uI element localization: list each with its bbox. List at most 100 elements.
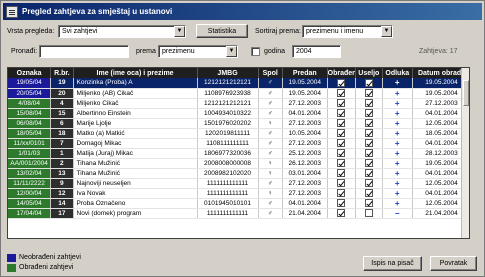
jmbg-cell: 1111111111111 (197, 188, 259, 199)
table-row[interactable]: 11/11/2222 9 Najnoviji neuseljen 1111111111… (8, 178, 469, 189)
prema-select[interactable]: prezimenu ▼ (158, 45, 238, 58)
name-cell: Albertinno Einstein (73, 108, 198, 119)
gender-icon: ♂ (258, 128, 283, 139)
godina-checkbox[interactable] (251, 47, 260, 56)
checkbox[interactable] (337, 78, 346, 87)
search-input[interactable] (39, 45, 129, 58)
predan-cell: 04.01.2004 (282, 198, 328, 209)
table-row[interactable]: 06/08/04 6 Marije Ljolje 1501976020202 ♀ 27.1… (8, 118, 469, 129)
odluka-cell: + (382, 178, 414, 189)
checkbox[interactable] (337, 118, 346, 127)
oznaka-cell: 06/08/04 (8, 118, 52, 129)
checkbox[interactable] (337, 158, 346, 167)
col-header[interactable]: Oznaka (8, 68, 52, 78)
checkbox[interactable] (364, 198, 373, 207)
checkbox[interactable] (337, 188, 346, 197)
odluka-cell: − (382, 208, 414, 219)
checkbox[interactable] (364, 88, 373, 97)
jmbg-cell: 1202019811111 (197, 128, 259, 139)
checkbox[interactable] (364, 188, 373, 197)
table-row[interactable]: 20/05/04 20 Miljenko (AB) Cikač 11089769239… (8, 88, 469, 99)
obraden-cell (327, 138, 357, 149)
gender-icon: ♀ (258, 168, 283, 179)
table-row[interactable]: 19/05/04 19 Konzinka (Proba) A 121212121212… (8, 78, 469, 89)
rbr-cell: 18 (50, 128, 74, 139)
col-header[interactable]: Useljo (355, 68, 383, 78)
checkbox[interactable] (337, 88, 346, 97)
checkbox[interactable] (337, 198, 346, 207)
checkbox[interactable] (337, 128, 346, 137)
sortiraj-value: prezimenu i imenu (306, 28, 364, 35)
statistika-button[interactable]: Statistika (196, 24, 248, 38)
gender-icon: ♀ (258, 188, 283, 199)
col-header[interactable]: Predan (282, 68, 328, 78)
obraden-cell (327, 158, 357, 169)
chevron-down-icon[interactable]: ▼ (174, 26, 185, 37)
table-row[interactable]: 11/xx/0101 7 Domagoj Mikac 1108111111111 ♂ 27… (8, 138, 469, 149)
gender-icon: ♂ (258, 98, 283, 109)
obraden-cell (327, 88, 357, 99)
useljo-cell (355, 148, 383, 159)
checkbox[interactable] (337, 178, 346, 187)
table-row[interactable]: AA/001/2004 2 Tihana Mužinić 2008008000008 ♀… (8, 158, 469, 169)
useljo-cell (355, 178, 383, 189)
godina-input[interactable]: 2004 (292, 45, 341, 58)
print-button[interactable]: Ispis na pisač (363, 256, 422, 271)
checkbox[interactable] (364, 208, 373, 217)
table-row[interactable]: 12/00/04 12 Iva Novak 1111111111111 ♀ 27.12.2… (8, 188, 469, 199)
rbr-cell: 6 (50, 118, 74, 129)
vrsta-select[interactable]: Svi zahtjevi ▼ (58, 25, 186, 38)
col-header[interactable]: Spol (258, 68, 283, 78)
col-header[interactable]: Ime (ime oca) i prezime (73, 68, 198, 78)
checkbox[interactable] (364, 118, 373, 127)
checkbox[interactable] (364, 108, 373, 117)
obraden-cell (327, 208, 357, 219)
table-row[interactable]: 4/08/04 4 Miljenko Cikač 1212121212121 ♂ 27.1… (8, 98, 469, 109)
checkbox[interactable] (364, 178, 373, 187)
back-button[interactable]: Povratak (430, 256, 477, 271)
scroll-thumb[interactable] (463, 80, 469, 106)
checkbox[interactable] (364, 168, 373, 177)
table-row[interactable]: 14/05/04 14 Proba Označeno 0101945010101 ♂ 04… (8, 198, 469, 209)
col-header[interactable]: R.br. (50, 68, 74, 78)
chevron-down-icon[interactable]: ▼ (381, 26, 392, 37)
predan-cell: 27.12.2003 (282, 118, 328, 129)
predan-cell: 19.05.2004 (282, 78, 328, 89)
checkbox[interactable] (337, 98, 346, 107)
col-header[interactable]: Obrađen (327, 68, 357, 78)
useljo-cell (355, 198, 383, 209)
col-header[interactable]: JMBG (197, 68, 259, 78)
jmbg-cell: 1501976020202 (197, 118, 259, 129)
rbr-cell: 9 (50, 178, 74, 189)
checkbox[interactable] (337, 168, 346, 177)
oznaka-cell: 11/xx/0101 (8, 138, 52, 149)
oznaka-cell: 20/05/04 (8, 88, 52, 99)
checkbox[interactable] (337, 148, 346, 157)
col-header[interactable]: Odluka (382, 68, 414, 78)
vrsta-label: Vrsta pregleda: (7, 28, 55, 35)
chevron-down-icon[interactable]: ▼ (226, 46, 237, 57)
checkbox[interactable] (364, 128, 373, 137)
checkbox[interactable] (364, 148, 373, 157)
rbr-cell: 1 (50, 148, 74, 159)
table-row[interactable]: 15/08/04 15 Albertinno Einstein 10049340103… (8, 108, 469, 119)
table-row[interactable]: 1/01/03 1 Matija (Juraj) Mikac 180697732003… (8, 148, 469, 159)
oznaka-cell: 19/05/04 (8, 78, 52, 89)
checkbox[interactable] (364, 138, 373, 147)
oznaka-cell: 17/04/04 (8, 208, 52, 219)
checkbox[interactable] (337, 138, 346, 147)
checkbox[interactable] (364, 158, 373, 167)
table-row[interactable]: 17/04/04 17 Novi (domek) program 1111111111… (8, 208, 469, 219)
oznaka-cell: 11/11/2222 (8, 178, 52, 189)
table-row[interactable]: 13/02/04 13 Tihana Mužinić 2008982102020 ♀ 03… (8, 168, 469, 179)
checkbox[interactable] (364, 78, 373, 87)
checkbox[interactable] (337, 108, 346, 117)
name-cell: Matko (a) Matkić (73, 128, 198, 139)
obraden-cell (327, 98, 357, 109)
checkbox[interactable] (364, 98, 373, 107)
sortiraj-select[interactable]: prezimenu i imenu ▼ (302, 25, 393, 38)
table-row[interactable]: 18/05/04 18 Matko (a) Matkić 1202019811111 ♂… (8, 128, 469, 139)
obradeni-swatch (7, 264, 16, 272)
checkbox[interactable] (337, 208, 346, 217)
vertical-scrollbar[interactable] (461, 68, 469, 238)
